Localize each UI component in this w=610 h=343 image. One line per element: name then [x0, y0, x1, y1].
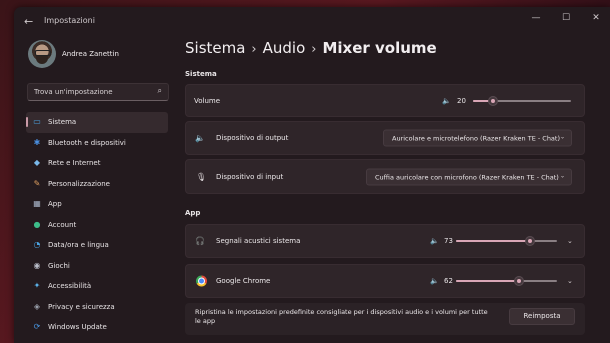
reset-button[interactable]: Reimposta [509, 308, 575, 325]
sidebar-icon: ✱ [33, 137, 41, 147]
sidebar-item-label: Windows Update [48, 323, 107, 331]
app-volume-value: 73 [444, 237, 453, 245]
back-arrow-icon[interactable]: ← [24, 15, 33, 28]
sidebar-nav: ▭ Sistema ✱ Bluetooth e dispositivi ◆ Rete e … [26, 112, 168, 338]
expand-chevron-icon[interactable]: ⌄ [567, 237, 573, 245]
volume-slider[interactable] [473, 95, 571, 106]
breadcrumb-separator: › [251, 42, 257, 57]
input-device-value: Cuffia auricolare con microfono (Razer K… [375, 173, 559, 181]
sidebar-icon: ◆ [33, 158, 41, 167]
sidebar-item-label: App [48, 200, 62, 208]
title-bar: ← Impostazioni — ☐ ✕ [14, 7, 610, 35]
reset-description: Ripristina le impostazioni predefinite c… [195, 308, 488, 325]
section-label-app: App [185, 209, 201, 217]
avatar[interactable] [28, 40, 56, 68]
sidebar-item-windows-update[interactable]: ⟳ Windows Update [26, 317, 168, 338]
settings-window: ← Impostazioni — ☐ ✕ Andrea Zanettin Tro… [14, 7, 610, 343]
headset-icon: 🎧 [195, 236, 205, 246]
sidebar-item-label: Personalizzazione [48, 179, 110, 188]
search-input[interactable]: Trova un'impostazione ⌕ [27, 83, 169, 101]
sidebar-icon: ◔ [33, 240, 41, 249]
app-volume-value: 62 [444, 277, 453, 285]
sidebar-item-label: Accessibilità [48, 282, 92, 290]
slider-thumb[interactable] [513, 276, 524, 286]
speaker-icon[interactable]: 🔈 [430, 277, 439, 285]
reset-card: Ripristina le impostazioni predefinite c… [185, 303, 585, 335]
app-row-system-sounds[interactable]: 🎧 Segnali acustici sistema 🔈 73 ⌄ [185, 224, 585, 258]
sidebar-item-privacy-e-sicurezza[interactable]: ◈ Privacy e sicurezza [26, 297, 168, 318]
sidebar-icon: ◈ [33, 301, 41, 311]
volume-label: Volume [194, 96, 221, 105]
section-label-system: Sistema [185, 70, 217, 78]
sidebar-item-rete-e-internet[interactable]: ◆ Rete e Internet [26, 153, 168, 174]
app-name: Segnali acustici sistema [216, 237, 301, 245]
input-device-dropdown[interactable]: Cuffia auricolare con microfono (Razer K… [366, 168, 572, 185]
app-volume-slider[interactable] [456, 236, 557, 246]
breadcrumb-audio[interactable]: Audio [263, 39, 306, 57]
app-row-google-chrome[interactable]: Google Chrome 🔈 62 ⌄ [185, 264, 585, 298]
chevron-down-icon: ⌄ [559, 172, 565, 179]
close-button[interactable]: ✕ [586, 13, 606, 23]
microphone-icon: 🎙 [196, 172, 207, 181]
user-name: Andrea Zanettin [62, 50, 119, 58]
sidebar-item-giochi[interactable]: ◉ Giochi [26, 256, 168, 277]
slider-thumb[interactable] [524, 236, 535, 246]
input-device-card: 🎙 Dispositivo di input Cuffia auricolare… [185, 159, 585, 194]
output-speaker-icon: 🔈 [195, 133, 205, 143]
chevron-down-icon: ⌄ [559, 133, 565, 141]
search-icon[interactable]: ⌕ [158, 86, 162, 96]
speaker-icon[interactable]: 🔈 [430, 237, 439, 245]
sidebar-item-app[interactable]: ▦ App [26, 194, 168, 215]
page-title: Mixer volume [322, 39, 437, 57]
sidebar-icon: ◉ [33, 260, 41, 270]
search-placeholder: Trova un'impostazione [34, 88, 113, 96]
volume-value: 20 [457, 96, 466, 105]
output-device-value: Auricolare e microtelefono (Razer Kraken… [392, 134, 561, 143]
sidebar-item-label: Bluetooth e dispositivi [48, 138, 126, 147]
app-volume-slider[interactable] [456, 276, 557, 286]
app-name: Google Chrome [216, 277, 271, 285]
sidebar-item-label: Giochi [48, 261, 70, 270]
sidebar-item-label: Rete e Internet [48, 159, 101, 167]
sidebar-icon: ✎ [33, 178, 41, 188]
slider-thumb[interactable] [487, 95, 498, 106]
sidebar-icon: ✦ [33, 281, 41, 290]
sidebar-item-label: Data/ora e lingua [48, 241, 109, 249]
sidebar-icon: ▭ [33, 117, 41, 126]
sidebar-icon: ⟳ [33, 322, 41, 331]
input-device-label: Dispositivo di input [216, 172, 284, 181]
window-title: Impostazioni [44, 16, 95, 25]
breadcrumb-system[interactable]: Sistema [185, 39, 245, 57]
speaker-icon[interactable]: 🔈 [442, 97, 451, 105]
breadcrumb: Sistema › Audio › Mixer volume [185, 39, 437, 57]
expand-chevron-icon[interactable]: ⌄ [567, 277, 573, 285]
breadcrumb-separator: › [311, 42, 317, 57]
sidebar-item-personalizzazione[interactable]: ✎ Personalizzazione [26, 174, 168, 195]
sidebar-item-account[interactable]: ● Account [26, 215, 168, 236]
sidebar-item-sistema[interactable]: ▭ Sistema [26, 112, 168, 133]
output-device-dropdown[interactable]: Auricolare e microtelefono (Razer Kraken… [383, 129, 572, 147]
sidebar-item-bluetooth-e-dispositivi[interactable]: ✱ Bluetooth e dispositivi [26, 133, 168, 154]
sidebar-item-data-ora-e-lingua[interactable]: ◔ Data/ora e lingua [26, 235, 168, 256]
maximize-button[interactable]: ☐ [556, 13, 576, 23]
sidebar-item-accessibilit[interactable]: ✦ Accessibilità [26, 276, 168, 297]
sidebar-item-label: Sistema [48, 118, 77, 126]
minimize-button[interactable]: — [526, 13, 546, 23]
output-device-label: Dispositivo di output [216, 134, 289, 142]
chrome-icon [196, 275, 207, 287]
output-device-card: 🔈 Dispositivo di output Auricolare e mic… [185, 121, 585, 155]
sidebar-item-label: Account [48, 220, 77, 229]
sidebar-icon: ● [33, 219, 41, 229]
sidebar-item-label: Privacy e sicurezza [48, 302, 115, 311]
volume-card: Volume 🔈 20 [185, 84, 585, 117]
sidebar-icon: ▦ [33, 199, 41, 208]
